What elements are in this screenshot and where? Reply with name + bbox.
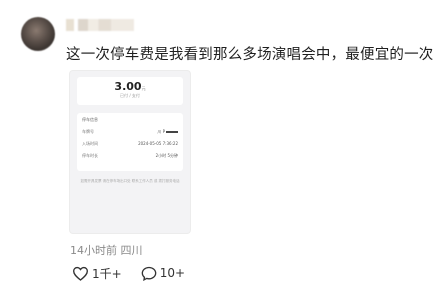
action-bar: 1千+ 10+ (72, 264, 204, 282)
username[interactable] (66, 19, 134, 31)
payment-amount-panel: 3.00元 已付 / 支付 (77, 77, 183, 105)
avatar[interactable] (21, 17, 55, 51)
card-row-duration: 停车时长 2小时 5分钟 (82, 153, 178, 158)
payment-amount-sub: 已付 / 支付 (120, 93, 140, 98)
payment-amount: 3.00元 (114, 80, 146, 93)
row-key: 停车时长 (82, 153, 98, 158)
row-key: 车牌号 (82, 129, 94, 134)
like-button[interactable]: 1千+ (72, 265, 122, 282)
row-value: 2小时 5分钟 (155, 153, 178, 158)
comment-count: 10+ (159, 266, 186, 280)
post-meta: 14小时前 四川 (70, 244, 143, 257)
like-count: 1千+ (92, 266, 122, 281)
card-row-entry-time: 入场时间 2024-05-05 7:36:22 (82, 141, 178, 146)
card-row-plate: 车牌号 川 P (82, 129, 178, 134)
row-value: 2024-05-05 7:36:22 (138, 141, 178, 146)
comment-bubble-icon (141, 266, 157, 281)
row-key: 入场时间 (82, 141, 98, 146)
post-image[interactable]: 3.00元 已付 / 支付 停车信息 车牌号 川 P 入场时间 2024-05-… (69, 70, 191, 234)
post-text: 这一次停车费是我看到那么多场演唱会中，最便宜的一次 (66, 47, 434, 63)
row-value: 川 P (157, 129, 178, 135)
footnote: 如需开具发票 请在停车场出口处 联系工作人员 或 拨打服务电话 (80, 179, 180, 183)
heart-icon (72, 266, 89, 281)
comment-button[interactable]: 10+ (141, 266, 185, 281)
card-title: 停车信息 (82, 117, 98, 122)
parking-info-card: 停车信息 车牌号 川 P 入场时间 2024-05-05 7:36:22 停车时… (77, 113, 183, 171)
